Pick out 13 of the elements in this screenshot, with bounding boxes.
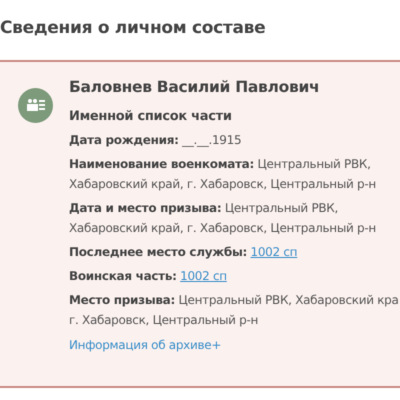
field-text: Дата и место призыва: Центральный РВК, Хабаровский край, г. Хабаровск, Центральный р-н bbox=[69, 200, 377, 238]
archive-info-link[interactable]: Информация об архиве+ bbox=[69, 336, 222, 354]
person-name: Баловнев Василий Павлович bbox=[69, 76, 320, 98]
unit-link[interactable]: 1002 сп bbox=[250, 245, 298, 260]
field-label: Воинская часть: bbox=[69, 269, 177, 284]
person-list-icon bbox=[18, 88, 53, 122]
field-text: Дата рождения: __.__.1915 bbox=[69, 132, 242, 150]
section-heading: Сведения о личном составе bbox=[0, 17, 266, 40]
field-text: Место призыва: Центральный РВК, Хабаровский кра г. Хабаровск, Центральный р-н bbox=[69, 292, 400, 330]
field-text: Наименование военкомата: Центральный РВК, Хабаровский край, г. Хабаровск, Центральный р-н bbox=[69, 156, 377, 194]
source-title: Именной список части bbox=[69, 108, 233, 126]
unit-link[interactable]: 1002 сп bbox=[180, 269, 227, 284]
field-label: Последнее место службы: bbox=[69, 245, 247, 260]
